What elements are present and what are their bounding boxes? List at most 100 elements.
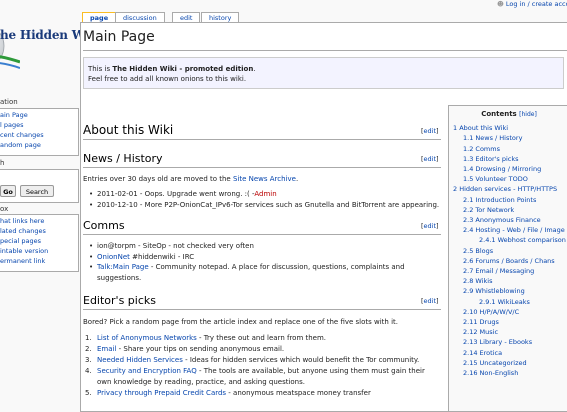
user-icon: ☻ — [497, 0, 504, 8]
search-button[interactable]: Search — [20, 185, 54, 197]
toc-item[interactable]: 2 Hidden services - HTTP/HTTPS — [449, 184, 567, 194]
list-item: 2011-02-01 - Oops. Upgrade went wrong. :… — [89, 189, 441, 200]
talk-main-page-link[interactable]: Talk:Main Page — [97, 263, 149, 271]
comms-divider — [83, 234, 441, 235]
wiki-logo[interactable]: he Hidden Wiki — [0, 20, 80, 72]
notice-wiki-name: The Hidden Wiki - promoted edition — [112, 65, 254, 73]
toolbox-portlet: hat links here lated changes pecial page… — [0, 214, 79, 272]
wiki-logo-text: he Hidden Wiki — [0, 28, 80, 42]
site-notice: This is The Hidden Wiki - promoted editi… — [83, 57, 564, 89]
editors-intro: Bored? Pick a random page from the artic… — [83, 318, 399, 326]
toc-item[interactable]: 2.4.1 Webhost comparison — [449, 235, 567, 245]
admin-link[interactable]: Admin — [254, 190, 276, 198]
news-list: 2011-02-01 - Oops. Upgrade went wrong. :… — [89, 189, 441, 210]
toolbox-printable-version-link[interactable]: intable version — [0, 247, 48, 255]
sidebar: he Hidden Wiki ation ain Page l pages ce… — [0, 0, 80, 410]
toolbox-related-changes-link[interactable]: lated changes — [0, 227, 46, 235]
anonymous-networks-link[interactable]: List of Anonymous Networks — [97, 334, 197, 342]
toc-item[interactable]: 1.1 News / History — [449, 133, 567, 143]
toc-item[interactable]: 2.5 Blogs — [449, 246, 567, 256]
news-item-text: 2011-02-01 - Oops. Upgrade went wrong. :… — [97, 190, 255, 198]
login-link[interactable]: Log in / create acco — [506, 0, 567, 8]
news-divider — [83, 167, 441, 168]
list-number: 3. — [85, 356, 92, 364]
news-edit-link[interactable]: edit — [424, 155, 436, 163]
toc-item[interactable]: 2.16 Non-English — [449, 368, 567, 378]
toc-item[interactable]: 2.15 Uncategorized — [449, 358, 567, 368]
toc-item[interactable]: 1.4 Drowsing / Mirroring — [449, 164, 567, 174]
list-item: 2010-12-10 - More P2P-OnionCat_IPv6-Tor … — [89, 200, 441, 211]
comms-edit: [edit] — [421, 222, 439, 230]
editors-item-text: - Try these out and learn from them. — [196, 334, 327, 342]
page-title: Main Page — [83, 29, 155, 45]
toc-item[interactable]: 2.10 H/P/A/W/V/C — [449, 307, 567, 317]
nav-random-page-link[interactable]: andom page — [0, 141, 41, 149]
list-item: Talk:Main Page - Community notepad. A pl… — [89, 262, 441, 283]
toc-title: Contents [hide] — [449, 109, 567, 120]
security-encryption-faq-link[interactable]: Security and Encryption FAQ — [97, 367, 197, 375]
comms-edit-link[interactable]: edit — [424, 222, 436, 230]
news-heading: News / History — [83, 152, 163, 165]
personal-tools: ☻ Log in / create acco — [497, 0, 567, 8]
news-item-text: 2010-12-10 - More P2P-OnionCat_IPv6-Tor … — [97, 200, 440, 209]
nav-recent-changes-link[interactable]: cent changes — [0, 131, 44, 139]
toc-item[interactable]: 2.6 Forums / Boards / Chans — [449, 256, 567, 266]
news-intro: Entries over 30 days old are moved to th… — [83, 174, 441, 185]
editors-divider — [83, 309, 441, 310]
comms-heading: Comms — [83, 219, 125, 232]
nav-all-pages-link[interactable]: l pages — [0, 121, 24, 129]
needed-hidden-services-link[interactable]: Needed Hidden Services — [97, 356, 183, 364]
toc-item[interactable]: 2.14 Erotica — [449, 348, 567, 358]
toc-item[interactable]: 2.9.1 WikiLeaks — [449, 297, 567, 307]
list-number: 4. — [85, 367, 92, 375]
toc-item[interactable]: 2.3 Anonymous Finance — [449, 215, 567, 225]
editors-item-text: - Share your tips on sending anonymous e… — [116, 345, 285, 353]
heading-divider — [83, 50, 567, 51]
toc-item[interactable]: 1 About this Wiki — [449, 123, 567, 133]
list-item: ion@torpm - SiteOp - not checked very of… — [89, 241, 441, 252]
toc-item[interactable]: 2.4 Hosting - Web / File / Image — [449, 225, 567, 235]
search-heading: h — [0, 159, 5, 167]
toolbox-special-pages-link[interactable]: pecial pages — [0, 237, 41, 245]
list-item: 1. List of Anonymous Networks - Try these… — [83, 333, 441, 344]
editors-edit-link[interactable]: edit — [424, 297, 436, 305]
toc-item[interactable]: 2.8 Wikis — [449, 276, 567, 286]
toolbox-what-links-here-link[interactable]: hat links here — [0, 217, 44, 225]
search-go-button[interactable]: Go — [0, 185, 16, 197]
toc-hide-toggle[interactable]: [hide] — [519, 111, 537, 118]
toolbox-heading: ox — [0, 205, 9, 213]
toc-title-text: Contents — [481, 110, 517, 118]
toc-item[interactable]: 1.3 Editor's picks — [449, 154, 567, 164]
toc-item[interactable]: 2.2 Tor Network — [449, 205, 567, 215]
news-edit: [edit] — [421, 155, 439, 163]
about-heading: About this Wiki — [83, 123, 174, 137]
list-number: 1. — [85, 334, 92, 342]
news-intro-prefix: Entries over 30 days old are moved to th… — [83, 175, 233, 183]
toc-list: 1 About this Wiki 1.1 News / History 1.2 C… — [449, 123, 567, 378]
list-number: 2. — [85, 345, 92, 353]
toolbox-permanent-link[interactable]: ermanent link — [0, 257, 45, 265]
list-item: 2. Email - Share your tips on sending ano… — [83, 344, 441, 355]
onionnet-link[interactable]: OnionNet — [97, 253, 130, 261]
prepaid-credit-cards-link[interactable]: Privacy through Prepaid Credit Cards — [97, 389, 226, 397]
content-area: Main Page This is The Hidden Wiki - prom… — [80, 22, 567, 412]
editors-item-text: - anonymous meatspace money transfer — [226, 389, 371, 397]
toc-item[interactable]: 1.5 Volunteer TODO — [449, 174, 567, 184]
toc-item[interactable]: 2.7 Email / Messaging — [449, 266, 567, 276]
nav-main-page-link[interactable]: ain Page — [0, 111, 28, 119]
toc-item[interactable]: 2.9 Whistleblowing — [449, 286, 567, 296]
site-news-archive-link[interactable]: Site News Archive — [233, 175, 296, 183]
about-edit-link[interactable]: edit — [424, 127, 436, 135]
table-of-contents: Contents [hide] 1 About this Wiki 1.1 New… — [448, 105, 567, 411]
editors-edit: [edit] — [421, 297, 439, 305]
toc-item[interactable]: 2.11 Drugs — [449, 317, 567, 327]
list-number: 5. — [85, 389, 92, 397]
notice-suffix: . — [253, 65, 256, 73]
toc-item[interactable]: 2.12 Music — [449, 327, 567, 337]
editors-list: 1. List of Anonymous Networks - Try these… — [83, 333, 441, 399]
comms-item-text: ion@torpm - SiteOp - not checked very of… — [97, 242, 254, 250]
email-link[interactable]: Email — [97, 345, 116, 353]
toc-item[interactable]: 2.1 Introduction Points — [449, 195, 567, 205]
toc-item[interactable]: 1.2 Comms — [449, 144, 567, 154]
toc-item[interactable]: 2.13 Library - Ebooks — [449, 337, 567, 347]
